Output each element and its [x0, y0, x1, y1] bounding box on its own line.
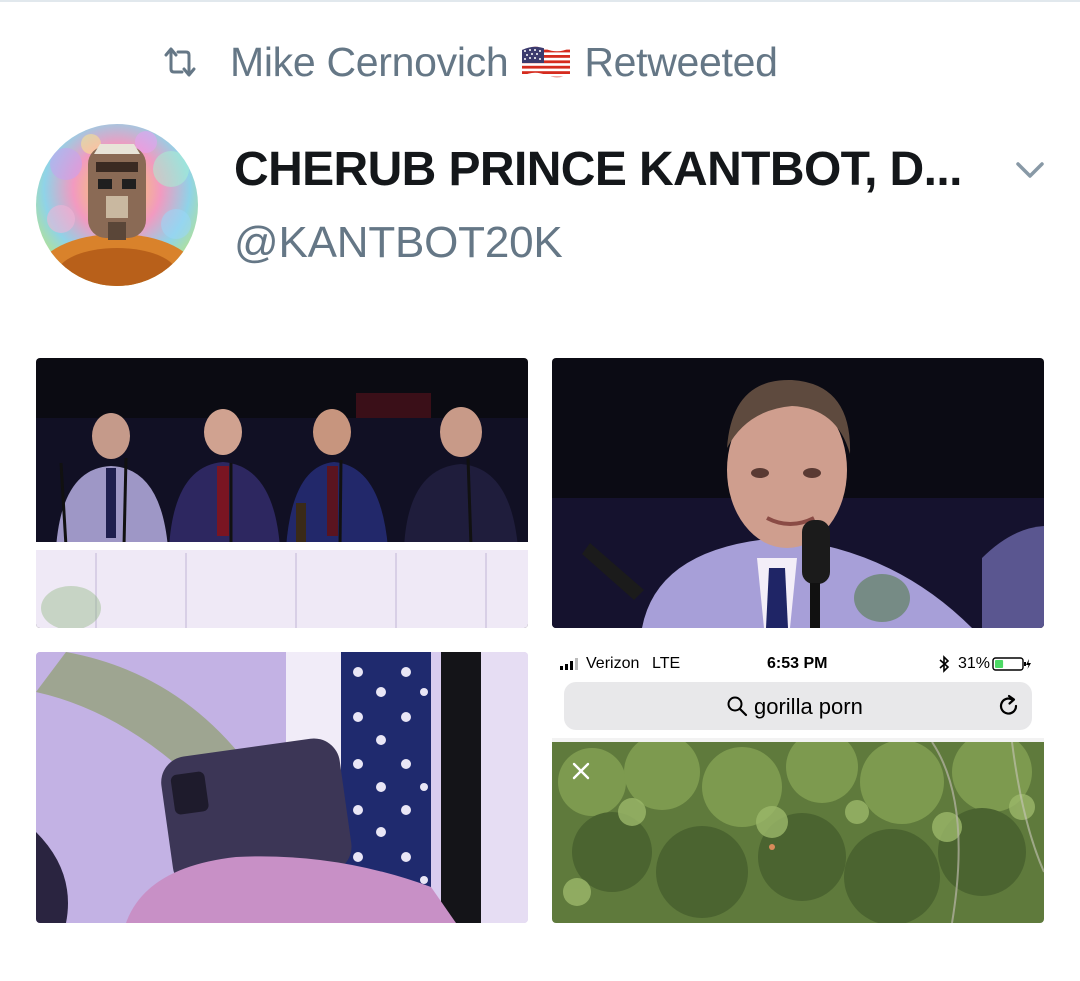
tweet-photo-4[interactable]: Verizon LTE 6:53 PM 31% gorilla porn [552, 652, 1044, 923]
retweet-icon [164, 47, 196, 77]
reload-icon[interactable] [996, 693, 1022, 719]
retweet-header: Mike Cernovich Retweeted [160, 36, 778, 88]
top-divider [0, 0, 1080, 2]
us-flag-emoji [522, 46, 571, 78]
trees-image [552, 742, 1044, 923]
status-time: 6:53 PM [767, 655, 828, 672]
tweet-photo-1[interactable] [36, 358, 528, 628]
browser-search-field[interactable]: gorilla porn [564, 682, 1032, 730]
tweet-photo-2[interactable] [552, 358, 1044, 628]
tweet-photo-3[interactable] [36, 652, 528, 923]
user-handle[interactable]: @KANTBOT20K [234, 218, 563, 268]
search-query-text: gorilla porn [754, 694, 863, 719]
display-name[interactable]: CHERUB PRINCE KANTBOT, D... [234, 142, 962, 197]
phone-status-bar: Verizon LTE 6:53 PM 31% [552, 652, 1044, 676]
signal-strength-icon [560, 658, 578, 670]
retweeted-label: Retweeted [584, 38, 778, 85]
battery-icon [992, 657, 1031, 671]
search-icon [727, 696, 748, 717]
avatar[interactable] [36, 124, 198, 286]
retweeter-name[interactable]: Mike Cernovich [230, 39, 509, 86]
bluetooth-icon [939, 655, 950, 673]
close-icon[interactable] [570, 760, 592, 782]
network-type: LTE [652, 655, 681, 672]
battery-percent: 31% [958, 655, 991, 672]
carrier-name: Verizon [586, 655, 640, 672]
chevron-down-icon[interactable] [1010, 150, 1050, 190]
